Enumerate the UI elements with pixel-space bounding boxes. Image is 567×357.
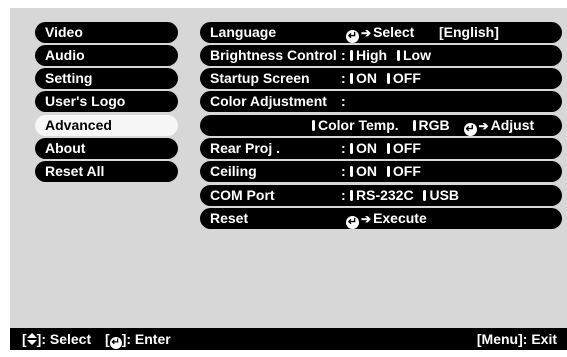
right-arrow-icon: ➔ — [361, 212, 372, 226]
option-indicator-icon — [350, 166, 353, 177]
row-language[interactable]: Language ↵ ➔ Select [English] — [200, 22, 562, 43]
footer-exit-hint: [Menu]: Exit — [476, 331, 557, 347]
option-indicator-icon — [312, 120, 315, 131]
row-ceiling[interactable]: Ceiling : ON OFF — [200, 161, 562, 182]
option-off[interactable]: OFF — [386, 161, 421, 182]
footer-left: []: Select [↵]: Enter — [22, 331, 171, 349]
row-reset[interactable]: Reset ↵ ➔ Execute — [200, 208, 562, 229]
option-high[interactable]: High — [350, 45, 387, 66]
sidebar-item-reset-all[interactable]: Reset All — [35, 161, 178, 182]
option-rgb[interactable]: RGB — [412, 115, 450, 136]
sidebar-item-label: Reset All — [45, 163, 105, 179]
enter-icon: ↵ — [346, 30, 359, 43]
option-indicator-icon — [350, 73, 353, 84]
row-brightness-control[interactable]: Brightness Control : High Low — [200, 45, 562, 66]
option-indicator-icon — [386, 166, 390, 177]
row-rear-proj[interactable]: Rear Proj . : ON OFF — [200, 138, 562, 159]
option-indicator-icon — [350, 50, 353, 61]
enter-icon: ↵ — [346, 216, 359, 229]
option-color-temp[interactable]: Color Temp. — [312, 115, 399, 136]
row-action: Execute — [373, 210, 427, 226]
option-usb[interactable]: USB — [423, 185, 459, 206]
sidebar-item-label: User's Logo — [45, 93, 126, 109]
row-label: Rear Proj . — [210, 140, 281, 156]
sidebar-item-about[interactable]: About — [35, 138, 178, 159]
option-off[interactable]: OFF — [386, 138, 421, 159]
row-separator: : — [341, 47, 346, 63]
option-on[interactable]: ON — [350, 161, 377, 182]
option-low[interactable]: Low — [397, 45, 431, 66]
row-separator: : — [341, 163, 346, 179]
sidebar-item-video[interactable]: Video — [35, 22, 178, 43]
row-label: COM Port — [210, 187, 275, 203]
language-value[interactable]: [English] — [439, 22, 499, 43]
row-separator: : — [341, 140, 346, 156]
sidebar-item-label: About — [45, 140, 86, 156]
row-separator: : — [341, 187, 346, 203]
option-indicator-icon — [386, 73, 390, 84]
option-on[interactable]: ON — [350, 138, 377, 159]
sidebar-item-label: Setting — [45, 70, 93, 86]
menu-panel: Video Audio Setting User's Logo Advanced… — [10, 8, 567, 328]
row-label: Brightness Control — [210, 47, 337, 63]
sidebar-item-label: Advanced — [45, 117, 112, 133]
sidebar-item-audio[interactable]: Audio — [35, 45, 178, 66]
adjust-hint: ↵ ➔ Adjust — [463, 117, 535, 136]
option-rs232c[interactable]: RS-232C — [350, 185, 414, 206]
row-label: Reset — [210, 210, 249, 226]
sidebar-item-advanced[interactable]: Advanced — [35, 115, 178, 136]
row-action: Select — [373, 24, 415, 40]
enter-icon: ↵ — [463, 123, 477, 136]
row-label: Startup Screen — [210, 70, 310, 86]
row-color-adjustment-options[interactable]: Color Temp. RGB ↵ ➔ Adjust — [200, 115, 562, 136]
row-label: Language — [210, 24, 277, 40]
sidebar-item-label: Audio — [45, 47, 85, 63]
row-startup-screen[interactable]: Startup Screen : ON OFF — [200, 68, 562, 89]
row-separator: : — [341, 93, 346, 109]
row-label: Ceiling — [210, 163, 257, 179]
row-color-adjustment[interactable]: Color Adjustment : — [200, 91, 562, 112]
option-on[interactable]: ON — [350, 68, 377, 89]
sidebar-item-setting[interactable]: Setting — [35, 68, 178, 89]
option-indicator-icon — [350, 143, 353, 154]
option-indicator-icon — [412, 120, 416, 131]
row-com-port[interactable]: COM Port : RS-232C USB — [200, 185, 562, 206]
option-indicator-icon — [397, 50, 400, 61]
row-separator: : — [341, 70, 346, 86]
sidebar-item-users-logo[interactable]: User's Logo — [35, 91, 178, 112]
right-arrow-icon: ➔ — [361, 26, 372, 40]
footer-hint-bar: []: Select [↵]: Enter [Menu]: Exit — [10, 328, 567, 350]
up-down-icon — [26, 333, 37, 345]
option-indicator-icon — [423, 190, 427, 201]
option-off[interactable]: OFF — [386, 68, 421, 89]
option-indicator-icon — [386, 143, 390, 154]
sidebar-item-label: Video — [45, 24, 83, 40]
enter-icon: ↵ — [109, 337, 122, 349]
row-label: Color Adjustment — [210, 93, 327, 109]
osd-window: Video Audio Setting User's Logo Advanced… — [10, 8, 567, 350]
right-arrow-icon: ➔ — [478, 119, 489, 133]
option-indicator-icon — [350, 190, 353, 201]
